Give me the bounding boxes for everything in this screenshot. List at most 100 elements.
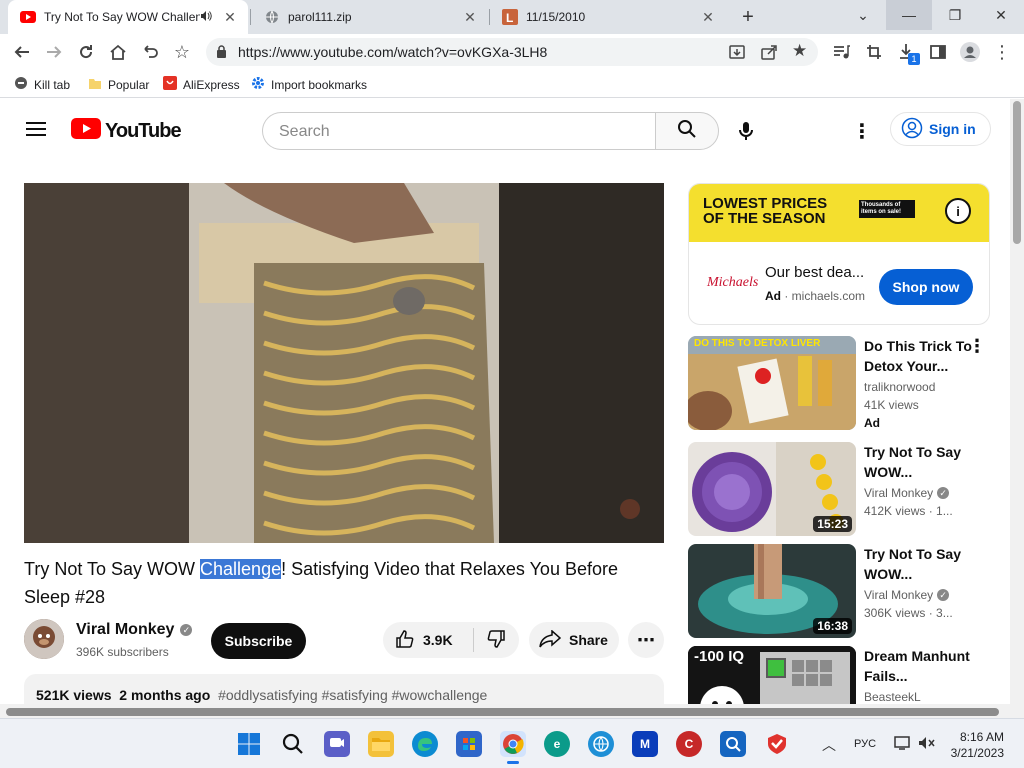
tab-zip[interactable]: parol111.zip ✕	[252, 0, 488, 34]
subscribe-button[interactable]: Subscribe	[211, 623, 306, 659]
microphone-icon[interactable]	[738, 121, 754, 146]
profile-avatar-icon[interactable]	[958, 40, 982, 64]
downloads-icon[interactable]: 1	[894, 40, 920, 65]
windows-start-icon[interactable]	[236, 731, 262, 757]
recommendation-channel[interactable]: Viral Monkey ✓	[864, 588, 950, 602]
bookmark-page-star-icon[interactable]: ★	[792, 41, 807, 61]
channel-avatar[interactable]	[24, 619, 64, 659]
recommendation-thumbnail[interactable]: 15:23	[688, 442, 856, 536]
teams-chat-icon[interactable]	[324, 731, 350, 757]
recommendation-title[interactable]: Try Not To Say WOW...	[864, 544, 974, 584]
recommendation-title[interactable]: Do This Trick To Detox Your...	[864, 336, 974, 376]
shop-now-button[interactable]: Shop now	[879, 269, 973, 305]
channel-name[interactable]: Viral Monkey ✓	[76, 621, 193, 639]
search-input[interactable]: Search	[262, 112, 656, 150]
recommendation-item[interactable]: DO THIS TO DETOX LIVER Do This Trick To …	[688, 336, 990, 430]
recommendation-item[interactable]: 15:23 Try Not To Say WOW... Viral Monkey…	[688, 442, 990, 536]
clock-time: 8:16 AM	[959, 730, 1004, 744]
file-explorer-icon[interactable]	[368, 731, 394, 757]
recommendation-title[interactable]: Try Not To Say WOW...	[864, 442, 974, 482]
bookmark-import[interactable]: Import bookmarks	[251, 76, 367, 93]
network-icon[interactable]	[894, 735, 912, 756]
more-actions-icon[interactable]: ⋯	[628, 622, 664, 658]
tab-youtube[interactable]: Try Not To Say WOW Challen ✕	[8, 0, 248, 34]
recommendation-item[interactable]: 16:38 Try Not To Say WOW... Viral Monkey…	[688, 544, 990, 638]
tray-chevron-up-icon[interactable]: ︿	[822, 735, 836, 755]
bookmark-aliexpress[interactable]: AliExpress	[163, 76, 240, 93]
ad-banner-line: OF THE SEASON	[703, 210, 826, 227]
crop-icon[interactable]	[862, 40, 886, 64]
close-tab-icon[interactable]: ✕	[222, 9, 238, 25]
like-button[interactable]: 3.9K	[383, 629, 473, 652]
share-page-icon[interactable]	[760, 43, 778, 66]
more-options-icon[interactable]: ⋮	[968, 336, 986, 357]
youtube-logo[interactable]: YouTube	[71, 118, 182, 144]
side-panel-icon[interactable]	[926, 40, 950, 64]
close-window-icon[interactable]: ✕	[978, 0, 1024, 30]
close-tab-icon[interactable]: ✕	[462, 9, 478, 25]
vertical-scrollbar[interactable]	[1010, 99, 1024, 704]
video-title-selected-text[interactable]: Challenge	[200, 559, 282, 579]
share-button[interactable]: Share	[529, 622, 619, 658]
bookmark-star-icon[interactable]: ☆	[170, 40, 194, 64]
home-icon[interactable]	[106, 40, 130, 64]
system-clock[interactable]: 8:16 AM 3/21/2023	[944, 729, 1004, 761]
tab-separator	[250, 9, 251, 25]
taskbar-search-icon[interactable]	[280, 731, 306, 757]
recommendation-channel[interactable]: traliknorwood	[864, 380, 935, 394]
recommendation-channel[interactable]: Viral Monkey ✓	[864, 486, 950, 500]
minimize-icon[interactable]: —	[886, 0, 932, 30]
back-icon[interactable]	[10, 40, 34, 64]
bookmark-kill-tab[interactable]: Kill tab	[14, 76, 70, 93]
folder-icon	[88, 76, 102, 93]
media-control-icon[interactable]	[830, 40, 854, 64]
hamburger-menu-icon[interactable]	[26, 121, 46, 142]
red-app-icon[interactable]: C	[676, 731, 702, 757]
new-tab-icon[interactable]: +	[736, 5, 760, 29]
youtube-page: YouTube Search ⋮ Sign in Try Not To Say …	[0, 99, 1024, 704]
malwarebytes-icon[interactable]: M	[632, 731, 658, 757]
horizontal-scrollbar-thumb[interactable]	[6, 708, 999, 716]
recommendation-thumbnail[interactable]: 16:38	[688, 544, 856, 638]
horizontal-scrollbar[interactable]	[0, 704, 1024, 718]
lock-icon	[216, 45, 227, 63]
chrome-menu-icon[interactable]: ⋮	[990, 40, 1014, 64]
recommendation-thumbnail[interactable]: DO THIS TO DETOX LIVER	[688, 336, 856, 430]
address-bar[interactable]: https://www.youtube.com/watch?v=ovKGXa-3…	[206, 38, 818, 66]
input-language[interactable]: РУС	[854, 738, 876, 750]
microsoft-store-icon[interactable]	[456, 731, 482, 757]
magnifier-app-icon[interactable]	[720, 731, 746, 757]
tab-date[interactable]: L 11/15/2010 ✕	[490, 0, 726, 34]
recommendation-channel[interactable]: BeasteekL	[864, 690, 921, 704]
video-description[interactable]: 521K views 2 months ago #oddlysatisfying…	[24, 674, 664, 704]
bookmark-popular[interactable]: Popular	[88, 76, 149, 93]
dislike-button[interactable]	[474, 629, 506, 652]
restore-icon[interactable]: ❐	[932, 0, 978, 30]
reload-icon[interactable]	[74, 40, 98, 64]
edge-browser-icon[interactable]	[412, 731, 438, 757]
close-tab-icon[interactable]: ✕	[700, 9, 716, 25]
vertical-scrollbar-thumb[interactable]	[1013, 101, 1021, 244]
shield-vpn-icon[interactable]	[764, 731, 790, 757]
hashtags[interactable]: #oddlysatisfying #satisfying #wowchallen…	[218, 687, 487, 703]
forward-icon[interactable]	[42, 40, 66, 64]
chrome-taskbar-icon[interactable]	[500, 731, 526, 764]
recommendation-item[interactable]: -100 IQ Dream Manhunt Fails... BeasteekL	[688, 646, 990, 704]
edge-dev-icon[interactable]: e	[544, 731, 570, 757]
sign-in-button[interactable]: Sign in	[890, 112, 991, 146]
recommendation-title[interactable]: Dream Manhunt Fails...	[864, 646, 974, 686]
globe-app-icon[interactable]	[588, 731, 614, 757]
search-button[interactable]	[655, 112, 719, 150]
michaels-logo: Michaels	[707, 275, 759, 290]
install-app-icon[interactable]	[728, 43, 746, 66]
video-player[interactable]	[24, 183, 664, 543]
settings-dots-icon[interactable]: ⋮	[852, 119, 872, 144]
speaker-icon[interactable]	[200, 10, 216, 25]
ad-card[interactable]: LOWEST PRICES OF THE SEASON Thousands of…	[688, 183, 990, 325]
undo-close-icon[interactable]	[138, 40, 162, 64]
recommendation-thumbnail[interactable]: -100 IQ	[688, 646, 856, 704]
info-icon[interactable]: i	[945, 198, 971, 224]
gear-icon	[251, 76, 265, 93]
tab-search-chevron-icon[interactable]: ⌄	[840, 0, 886, 30]
speaker-muted-icon[interactable]	[918, 735, 936, 756]
